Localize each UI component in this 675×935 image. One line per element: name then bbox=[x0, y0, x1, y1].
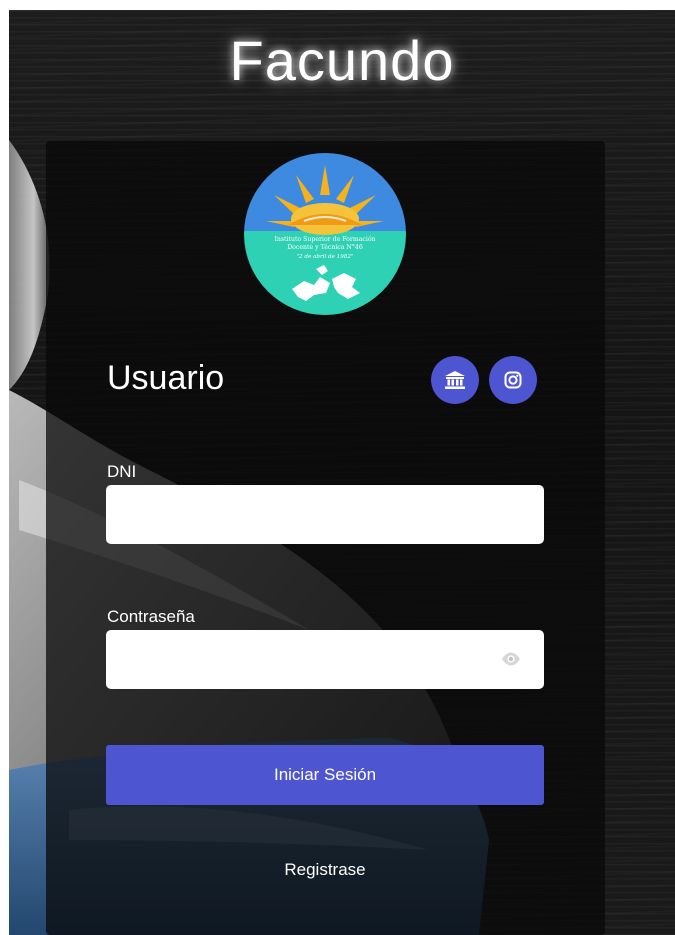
eye-icon[interactable] bbox=[501, 651, 521, 667]
logo-text-line-2: Docente y Técnica N°46 bbox=[287, 244, 363, 251]
logo-text-line-1: Instituto Superior de Formación bbox=[274, 236, 375, 243]
password-input[interactable] bbox=[106, 630, 544, 689]
dni-input[interactable] bbox=[106, 485, 544, 544]
institute-logo: Instituto Superior de Formación Docente … bbox=[244, 153, 406, 315]
password-label: Contraseña bbox=[107, 607, 195, 626]
app-title: Facundo bbox=[229, 29, 455, 92]
login-screen: Facundo Instituto Superior de Formación … bbox=[9, 10, 675, 935]
institution-button[interactable] bbox=[431, 356, 479, 404]
login-button[interactable]: Iniciar Sesión bbox=[106, 745, 544, 805]
user-heading: Usuario bbox=[107, 359, 225, 397]
login-panel: Instituto Superior de Formación Docente … bbox=[46, 141, 605, 935]
instagram-icon bbox=[504, 371, 522, 389]
institution-icon bbox=[445, 371, 465, 389]
instagram-button[interactable] bbox=[489, 356, 537, 404]
register-link[interactable]: Registrase bbox=[106, 859, 544, 881]
logo-text-line-3: "2 de abril de 1982" bbox=[296, 254, 353, 260]
dni-label: DNI bbox=[107, 462, 137, 481]
